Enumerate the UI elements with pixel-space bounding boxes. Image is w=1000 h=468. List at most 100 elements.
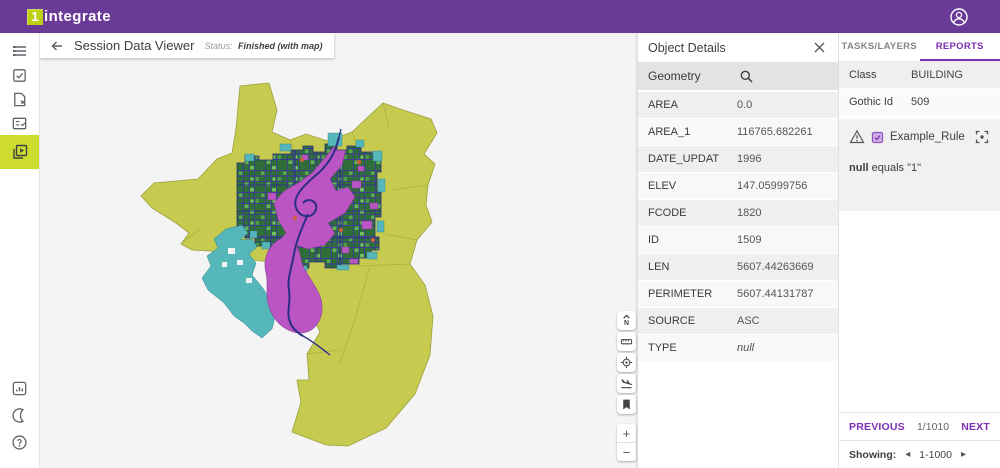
row-value: 5607.44263669 [737,261,814,273]
showing-next-icon[interactable]: ▸ [961,449,966,460]
session-status: Status: Finished (with map) [204,41,322,51]
status-value: Finished (with map) [237,40,323,51]
object-details-title: Object Details [648,40,726,55]
row-value: ASC [737,315,760,327]
rule-name: Example_Rule [890,131,965,143]
row-label: LEN [648,261,670,273]
geometry-row: Geometry [638,62,838,90]
close-button[interactable] [810,39,828,57]
north-up-button[interactable]: N [617,311,636,330]
sidebar-item-menu[interactable] [0,39,39,63]
menu-icon [12,46,26,56]
pager-position: 1/1010 [916,420,950,433]
zoom-out-button[interactable]: − [617,443,636,461]
close-icon [814,42,824,53]
sidebar-item-dashboard[interactable] [0,375,39,402]
bookmark-icon [623,399,630,410]
north-up-icon: N [623,314,630,327]
table-row: ID 1509 [638,227,838,253]
property-row: Gothic Id 509 [839,89,1000,115]
sidebar-item-help[interactable] [0,429,39,456]
geometry-label: Geometry [648,69,701,83]
tab-reports[interactable]: REPORTS [919,33,1000,61]
bookmark-button[interactable] [617,395,636,414]
property-value: BUILDING [911,69,963,81]
row-value: 116765.682261 [737,126,813,138]
showing-label: Showing: [849,448,897,461]
row-label: AREA_1 [648,126,691,138]
rules-list-icon [12,117,27,129]
account-button[interactable] [948,6,970,28]
row-label: FCODE [648,207,687,219]
map-area: Session Data Viewer Status: Finished (wi… [40,33,638,468]
showing-prev-icon[interactable]: ◂ [905,449,910,460]
locate-crosshair-icon [620,356,633,369]
property-value: 509 [911,96,930,108]
rule-check-icon [871,131,884,143]
showing-bar: Showing: ◂ 1-1000 ▸ [839,440,1000,468]
rule-row[interactable]: Example_Rule [849,126,990,148]
ruler-icon [620,339,633,345]
rule-detail-subject: null [849,162,869,174]
sidebar-bottom-pad [0,456,39,468]
row-value: 147.05999756 [737,180,808,192]
row-label: TYPE [648,342,677,354]
back-button[interactable] [46,35,68,57]
status-label: Status: [204,40,233,51]
next-button[interactable]: NEXT [961,421,990,433]
table-row: DATE_UPDAT 1996 [638,146,838,172]
report-pager: PREVIOUS 1/1010 NEXT [839,412,1000,440]
row-label: PERIMETER [648,288,713,300]
logo-text: integrate [44,8,111,25]
zoom-to-rule-button[interactable] [974,129,990,145]
session-viewer-play-icon [12,144,27,159]
rule-detail: null equals "1" [849,162,990,174]
previous-button[interactable]: PREVIOUS [849,421,905,433]
panel-spacer [839,211,1000,412]
row-value: 5607.44131787 [737,288,814,300]
warning-icon [849,129,865,144]
session-toolbar: Session Data Viewer Status: Finished (wi… [40,33,335,58]
row-label: DATE_UPDAT [648,153,720,165]
top-bar: 1 integrate [0,0,1000,33]
object-details-header: Object Details [638,33,838,62]
row-label: ID [648,234,659,246]
map-canvas[interactable] [40,33,638,468]
main-layout: Session Data Viewer Status: Finished (wi… [0,33,1000,468]
showing-range: 1-1000 [919,448,952,461]
sidebar-item-rules[interactable] [0,111,39,135]
row-value: 1996 [737,153,762,165]
table-row: TYPE null [638,335,838,361]
table-row: LEN 5607.44263669 [638,254,838,280]
sidebar-item-dark-mode[interactable] [0,402,39,429]
rule-detail-text: equals "1" [868,162,922,174]
map-tool-column: N [617,311,636,414]
geometry-search-button[interactable] [737,67,755,85]
rule-report-block: Example_Rule null equals "1" [839,119,1000,211]
row-value: 0.0 [737,99,753,111]
svg-text:N: N [624,320,629,327]
center-focus-icon [975,130,989,144]
row-label: SOURCE [648,315,696,327]
sidebar-item-session-viewer[interactable] [0,135,39,169]
measure-button[interactable] [617,332,636,351]
panel-tabs: TASKS/LAYERS REPORTS [839,33,1000,62]
flight-land-icon [621,379,633,389]
property-label: Class [849,69,877,81]
table-row: PERIMETER 5607.44131787 [638,281,838,307]
search-icon [740,70,753,83]
sidebar-item-tasks[interactable] [0,63,39,87]
flight-land-button[interactable] [617,374,636,393]
table-row: ELEV 147.05999756 [638,173,838,199]
reports-panel: TASKS/LAYERS REPORTS Class BUILDING Goth… [838,33,1000,468]
row-value: null [737,342,755,354]
property-label: Gothic Id [849,96,894,108]
data-file-icon [14,92,26,106]
row-label: ELEV [648,180,677,192]
tab-tasks-layers[interactable]: TASKS/LAYERS [839,33,920,61]
zoom-in-button[interactable]: + [617,424,636,442]
sidebar-item-data[interactable] [0,87,39,111]
locate-button[interactable] [617,353,636,372]
app-window: 1 integrate Session Data Viewer Status: … [0,0,1000,468]
table-row: FCODE 1820 [638,200,838,226]
